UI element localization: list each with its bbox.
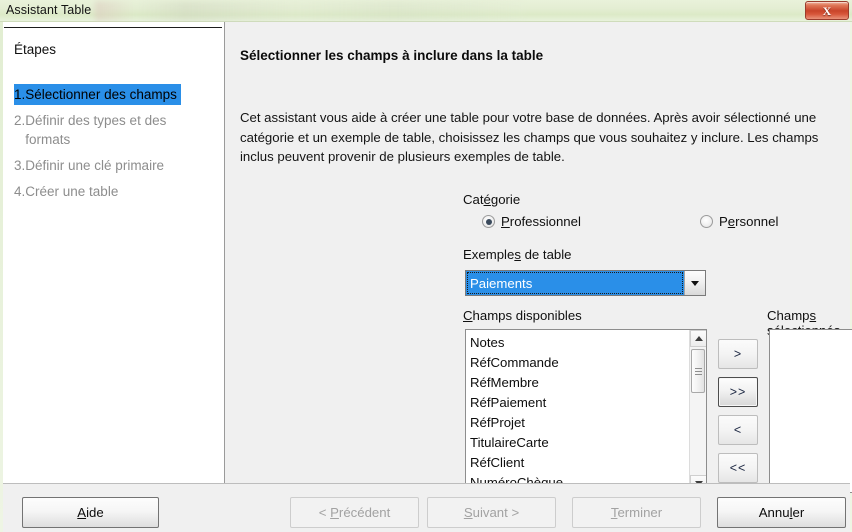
step-3-label: Définir une clé primaire: [25, 158, 165, 173]
sidebar-item-step-3[interactable]: 3. Définir une clé primaire: [14, 155, 166, 176]
scrollbar-thumb[interactable]: [691, 349, 705, 393]
titlebar-blurred-region: [95, 1, 525, 21]
table-examples-value: Paiements: [466, 271, 684, 295]
list-item[interactable]: RéfClient: [466, 453, 689, 473]
step-4-label: Créer une table: [25, 184, 119, 199]
radio-professionnel-mark: [482, 215, 495, 228]
finish-button-label: Terminer: [610, 505, 663, 520]
add-all-fields-button[interactable]: >>: [718, 377, 758, 407]
step-1-number: 1.: [14, 87, 26, 102]
dropdown-toggle[interactable]: [684, 271, 705, 295]
arrow-up-icon: [694, 336, 703, 341]
list-item[interactable]: RéfMembre: [466, 373, 689, 393]
next-button[interactable]: Suivant >: [427, 497, 556, 528]
category-label: Catégorie: [463, 192, 521, 207]
sidebar-item-step-4[interactable]: 4. Créer une table: [14, 181, 120, 202]
steps-title: Étapes: [14, 42, 57, 57]
steps-sidebar: Étapes 1. Sélectionner des champs 2. Déf…: [3, 22, 225, 483]
radio-professionnel-label: Professionnel: [501, 214, 581, 229]
list-item[interactable]: RéfProjet: [466, 413, 689, 433]
remove-field-button[interactable]: <: [718, 415, 758, 445]
scroll-up-button[interactable]: [690, 330, 706, 347]
cancel-button[interactable]: Annuler: [717, 497, 846, 528]
close-button[interactable]: X: [805, 1, 849, 20]
help-button[interactable]: Aide: [22, 497, 159, 528]
step-1-label: Sélectionner des champs: [25, 87, 177, 102]
sidebar-item-step-2[interactable]: 2. Définir des types et des formats: [14, 110, 214, 150]
list-item[interactable]: TitulaireCarte: [466, 433, 689, 453]
radio-professionnel[interactable]: Professionnel: [482, 214, 581, 229]
radio-personnel-mark: [700, 215, 713, 228]
radio-personnel[interactable]: Personnel: [700, 214, 778, 229]
cancel-button-label: Annuler: [758, 505, 805, 520]
table-examples-label: Exemples de table: [463, 247, 572, 262]
window-title: Assistant Table: [6, 3, 92, 17]
steps-list: 1. Sélectionner des champs 2. Définir de…: [14, 84, 214, 207]
selected-fields-list[interactable]: [769, 329, 852, 493]
help-button-label: Aide: [77, 505, 104, 520]
available-fields-label: Champs disponibles: [463, 308, 582, 323]
list-item[interactable]: Notes: [466, 333, 689, 353]
step-4-number: 4.: [14, 184, 26, 199]
grip-line: [694, 370, 702, 372]
step-2-label: Définir des types et des formats: [25, 113, 167, 147]
add-field-button[interactable]: >: [718, 339, 758, 369]
available-fields-list[interactable]: Notes RéfCommande RéfMembre RéfPaiement …: [465, 329, 707, 493]
list-item[interactable]: RéfCommande: [466, 353, 689, 373]
table-wizard-window: Assistant Table X Étapes 1. Sélectionner…: [0, 0, 852, 532]
page-description: Cet assistant vous aide à créer une tabl…: [240, 110, 819, 164]
finish-button[interactable]: Terminer: [572, 497, 701, 528]
next-button-label: Suivant >: [463, 505, 520, 520]
grip-line: [694, 367, 702, 369]
dialog-content: Étapes 1. Sélectionner des champs 2. Déf…: [3, 22, 852, 493]
step-3-number: 3.: [14, 158, 26, 173]
sidebar-divider: [4, 27, 222, 28]
page-title: Sélectionner les champs à inclure dans l…: [240, 48, 544, 63]
sidebar-item-step-1[interactable]: 1. Sélectionner des champs: [14, 84, 181, 105]
list-item[interactable]: RéfPaiement: [466, 393, 689, 413]
radio-personnel-label: Personnel: [719, 214, 779, 229]
back-button-label: < Précédent: [318, 505, 391, 520]
close-icon: X: [822, 3, 832, 18]
title-bar: Assistant Table X: [0, 0, 852, 22]
grip-line: [694, 373, 702, 375]
table-examples-dropdown[interactable]: Paiements: [465, 270, 706, 296]
remove-all-fields-button[interactable]: <<: [718, 453, 758, 483]
chevron-down-icon: [691, 280, 699, 286]
available-fields-items: Notes RéfCommande RéfMembre RéfPaiement …: [466, 330, 689, 492]
main-panel: Sélectionner les champs à inclure dans l…: [226, 22, 852, 493]
back-button[interactable]: < Précédent: [290, 497, 419, 528]
step-2-number: 2.: [14, 113, 26, 128]
available-fields-scrollbar[interactable]: [689, 330, 706, 492]
dialog-footer: Aide < Précédent Suivant > Terminer Annu…: [3, 483, 850, 532]
